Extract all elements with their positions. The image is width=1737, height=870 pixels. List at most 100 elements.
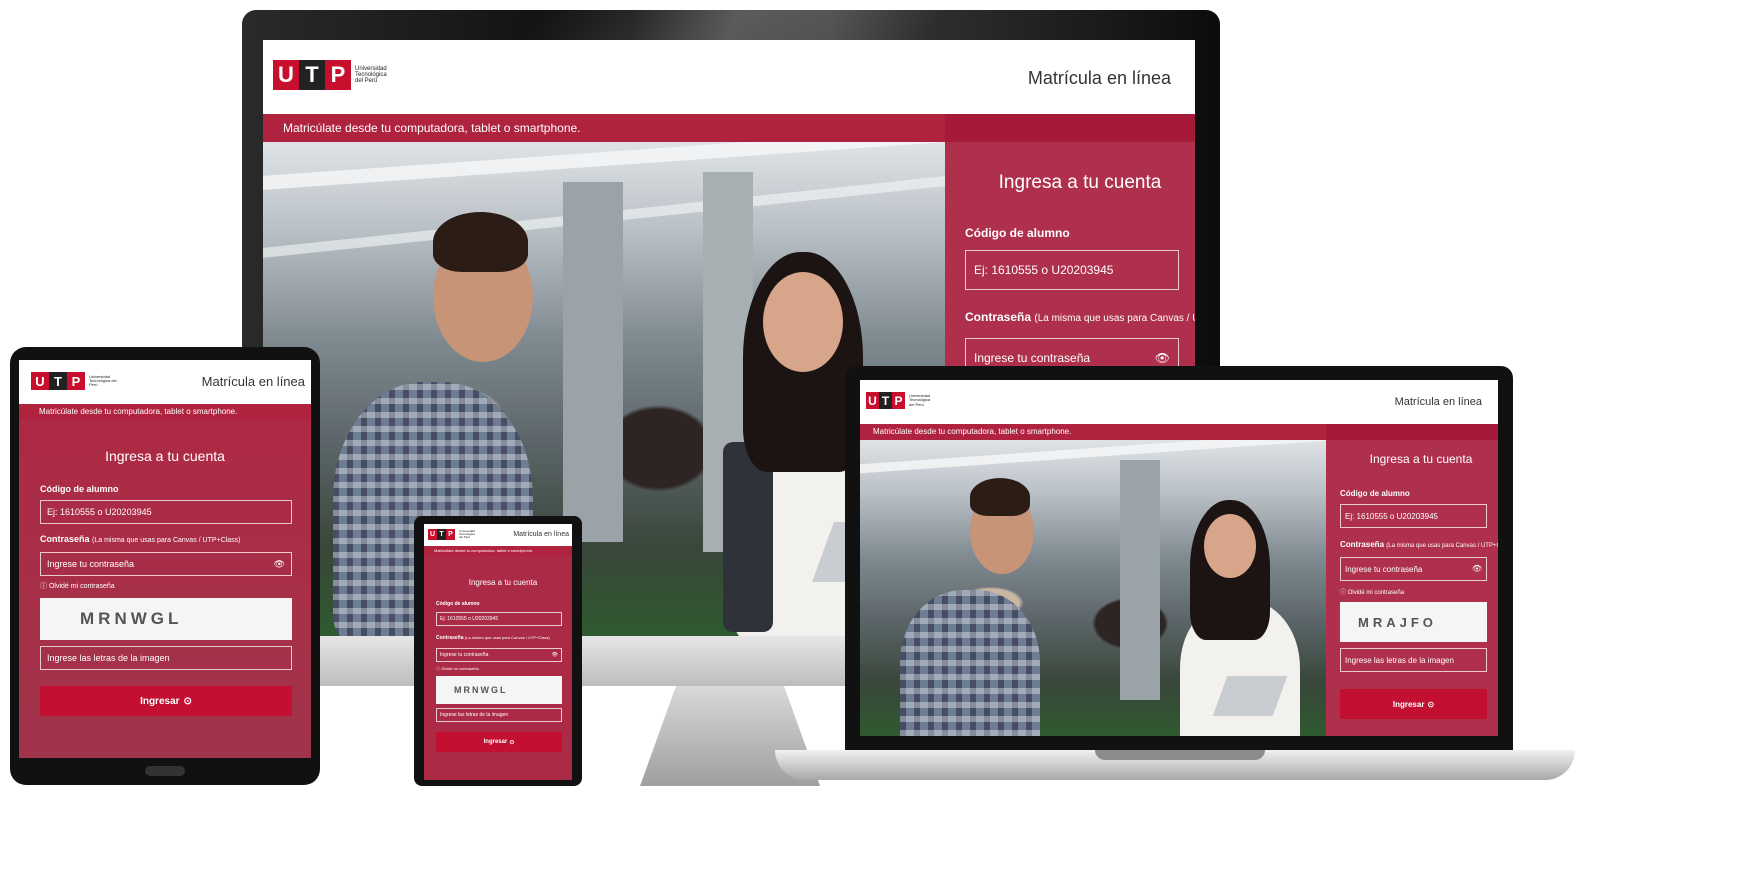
utp-logo[interactable]: U T P Universidad Tecnológica del Perú <box>273 60 387 90</box>
logo-letter-u: U <box>273 60 299 90</box>
captcha-input[interactable]: Ingrese las letras de la imagen <box>40 646 292 670</box>
logo-university-name: Universidad Tecnológica del Perú <box>89 373 117 388</box>
submit-label: Ingresar <box>483 739 508 745</box>
eye-icon[interactable]: 👁 <box>552 652 558 658</box>
student-male <box>900 590 1040 736</box>
pillar <box>1120 460 1160 700</box>
submit-label: Ingresar <box>1392 699 1425 709</box>
logo-letter-t: T <box>299 60 325 90</box>
logo-letter-p: P <box>325 60 351 90</box>
logo-letter-u: U <box>866 392 879 409</box>
login-panel: Ingresa a tu cuenta Código de alumno Ej:… <box>424 556 572 780</box>
page-title: Matrícula en línea <box>201 374 305 389</box>
password-hint: (La misma que usas para Canvas / UTP+Cla… <box>92 537 241 544</box>
captcha-placeholder: Ingrese las letras de la imagen <box>47 653 170 663</box>
captcha-text: MRNWGL <box>454 685 508 695</box>
password-label-row: Contraseña (La misma que usas para Canva… <box>1340 540 1498 549</box>
arrow-circle-icon: ⊙ <box>1427 699 1435 709</box>
student-code-input[interactable]: Ej: 1610555 o U20203945 <box>436 612 562 626</box>
promo-text: Matricúlate desde tu computadora, tablet… <box>873 427 1072 436</box>
eye-icon[interactable]: 👁 <box>1155 351 1170 365</box>
forgot-password-link[interactable]: ⓘ Olvidé mi contraseña <box>1340 587 1404 596</box>
submit-button[interactable]: Ingresar ⊙ <box>1340 689 1487 719</box>
student-code-placeholder: Ej: 1610555 o U20203945 <box>440 616 499 622</box>
arrow-circle-icon: ⊙ <box>183 695 192 707</box>
student-code-placeholder: Ej: 1610555 o U20203945 <box>1345 511 1438 521</box>
login-panel: Ingresa a tu cuenta Código de alumno Ej:… <box>19 420 311 758</box>
student-code-input[interactable]: Ej: 1610555 o U20203945 <box>1340 504 1487 528</box>
logo-letter-t: T <box>49 372 67 390</box>
logo-university-name: Universidad Tecnológica del Perú <box>909 393 931 407</box>
code-label: Código de alumno <box>965 226 1070 240</box>
logo-letter-u: U <box>428 529 437 540</box>
forgot-password-text: Olvidé mi contraseña <box>48 583 115 590</box>
password-input[interactable]: Ingrese tu contraseña 👁 <box>436 648 562 662</box>
login-heading: Ingresa a tu cuenta <box>105 448 225 464</box>
page-title: Matrícula en línea <box>1394 396 1482 408</box>
password-label: Contraseña <box>1340 540 1385 549</box>
logo-letter-t: T <box>437 529 446 540</box>
password-label-row: Contraseña (La misma que usas para Canva… <box>965 310 1195 324</box>
forgot-password-link[interactable]: ⓘ Olvidé mi contraseña <box>40 581 115 591</box>
password-hint: (La misma que usas para Canvas / UTP+Cla… <box>464 635 550 640</box>
eye-icon[interactable]: 👁 <box>274 559 285 570</box>
student-male-hair <box>433 212 528 272</box>
site-header: U T P Universidad Tecnológica del Perú M… <box>19 360 311 404</box>
utp-logo[interactable]: U T P Universidad Tecnológica del Perú <box>428 529 475 540</box>
student-code-input[interactable]: Ej: 1610555 o U20203945 <box>40 500 292 524</box>
student-code-input[interactable]: Ej: 1610555 o U20203945 <box>965 250 1179 290</box>
password-label-row: Contraseña (La misma que usas para Canva… <box>40 534 240 544</box>
promo-text: Matricúlate desde tu computadora, tablet… <box>434 548 534 553</box>
captcha-text: MRAJFO <box>1358 614 1437 630</box>
captcha-input[interactable]: Ingrese las letras de la imagen <box>1340 648 1487 672</box>
captcha-placeholder: Ingrese las letras de la imagen <box>440 712 509 718</box>
password-hint: (La misma que usas para Canvas / UTP+Cla… <box>1386 543 1498 549</box>
password-placeholder: Ingrese tu contraseña <box>974 351 1091 365</box>
login-heading: Ingresa a tu cuenta <box>1369 452 1473 466</box>
arrow-circle-icon: ⊙ <box>509 739 515 746</box>
hero-photo <box>860 440 1326 736</box>
forgot-password-text: Olvidé mi contraseña <box>441 666 479 671</box>
captcha-image: MRNWGL <box>436 676 562 704</box>
logo-letter-p: P <box>446 529 455 540</box>
password-placeholder: Ingrese tu contraseña <box>1345 564 1423 574</box>
password-input[interactable]: Ingrese tu contraseña 👁 <box>40 552 292 576</box>
logo-university-name: Universidad Tecnológica del Perú <box>355 65 387 85</box>
password-label: Contraseña <box>965 310 1032 324</box>
password-placeholder: Ingrese tu contraseña <box>47 559 135 569</box>
utp-logo[interactable]: U T P Universidad Tecnológica del Perú <box>31 372 119 390</box>
laptop-screen: U T P Universidad Tecnológica del Perú M… <box>860 380 1498 736</box>
submit-label: Ingresar <box>140 695 180 707</box>
logo-letter-u: U <box>31 372 49 390</box>
utp-logo[interactable]: U T P Universidad Tecnológica del Perú <box>866 392 931 409</box>
page-title: Matrícula en línea <box>1027 68 1171 88</box>
tablet-screen: U T P Universidad Tecnológica del Perú M… <box>19 360 311 758</box>
info-icon: ⓘ <box>436 666 440 671</box>
login-panel: Ingresa a tu cuenta Código de alumno Ej:… <box>1326 424 1498 736</box>
promo-text: Matricúlate desde tu computadora, tablet… <box>283 121 581 135</box>
captcha-placeholder: Ingrese las letras de la imagen <box>1345 655 1454 665</box>
page-title: Matrícula en línea <box>513 531 569 538</box>
eye-icon[interactable]: 👁 <box>1472 564 1482 573</box>
site-header: U T P Universidad Tecnológica del Perú M… <box>860 380 1498 424</box>
captcha-input[interactable]: Ingrese las letras de la imagen <box>436 708 562 722</box>
password-label: Contraseña <box>436 635 464 641</box>
password-label: Contraseña <box>40 534 90 544</box>
hero-photo <box>263 142 945 636</box>
student-code-placeholder: Ej: 1610555 o U20203945 <box>47 507 152 517</box>
logo-letter-t: T <box>879 392 892 409</box>
info-icon: ⓘ <box>1340 590 1347 596</box>
code-label: Código de alumno <box>1340 489 1410 498</box>
info-icon: ⓘ <box>40 583 47 590</box>
forgot-password-link[interactable]: ⓘ Olvidé mi contraseña <box>436 666 479 672</box>
promo-band: Matricúlate desde tu computadora, tablet… <box>424 546 572 556</box>
site-header: U T P Universidad Tecnológica del Perú M… <box>263 40 1195 114</box>
login-heading: Ingresa a tu cuenta <box>998 172 1162 193</box>
submit-button[interactable]: Ingresar ⊙ <box>40 686 292 716</box>
tablet-home-button[interactable] <box>145 766 185 776</box>
submit-button[interactable]: Ingresar ⊙ <box>436 732 562 752</box>
code-label: Código de alumno <box>436 601 480 607</box>
forgot-password-text: Olvidé mi contraseña <box>1347 590 1405 596</box>
password-label-row: Contraseña (La misma que usas para Canva… <box>436 635 550 641</box>
password-input[interactable]: Ingrese tu contraseña 👁 <box>1340 557 1487 581</box>
